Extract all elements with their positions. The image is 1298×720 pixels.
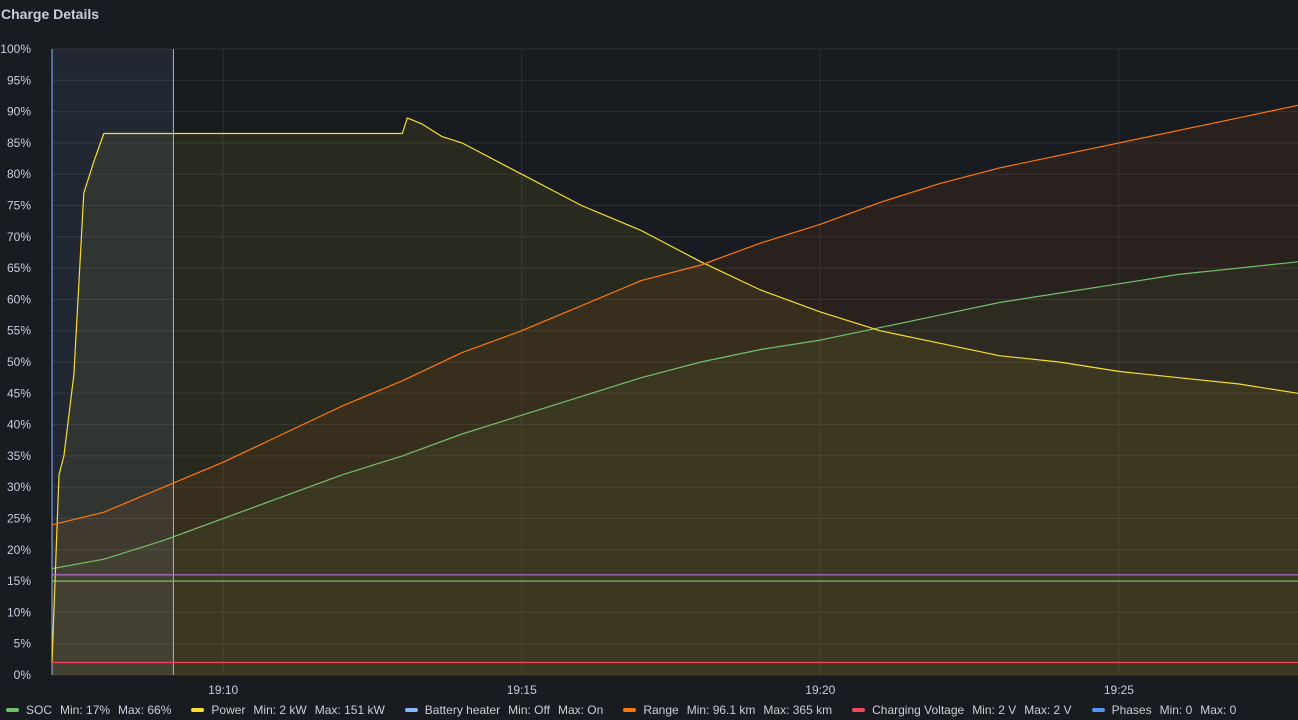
y-tick-label: 90% — [7, 105, 31, 119]
legend-min: Min: 96.1 km — [686, 703, 756, 717]
legend-item-battery-heater[interactable]: Battery heater Min: Off Max: On — [404, 703, 612, 717]
legend-max: Max: On — [557, 703, 604, 717]
x-tick-label: 19:10 — [208, 683, 238, 697]
x-tick-label: 19:15 — [507, 683, 537, 697]
legend-swatch — [191, 708, 205, 712]
legend-max: Max: 0 — [1200, 703, 1237, 717]
y-tick-label: 70% — [7, 230, 31, 244]
y-tick-label: 5% — [14, 637, 32, 651]
legend-item-soc[interactable]: SOC Min: 17% Max: 66% — [6, 703, 179, 717]
y-tick-label: 15% — [7, 574, 31, 588]
legend-swatch — [404, 708, 418, 712]
legend-max: Max: 2 V — [1024, 703, 1072, 717]
y-tick-label: 25% — [7, 512, 31, 526]
x-tick-label: 19:25 — [1104, 683, 1134, 697]
y-tick-label: 60% — [7, 292, 31, 306]
chart-area[interactable]: 0% 5% 10% 15% 20% 25% 30% 35% 40% 45% 50% 55% 60% 65%… — [0, 0, 1298, 700]
legend-min: Min: 2 V — [972, 703, 1017, 717]
legend-swatch — [6, 708, 19, 712]
y-tick-label: 20% — [7, 543, 31, 557]
y-tick-label: 85% — [7, 136, 31, 150]
legend-label: SOC — [26, 703, 53, 717]
legend-min: Min: 2 kW — [253, 703, 307, 717]
legend-min: Min: 0 — [1159, 703, 1193, 717]
legend-label: Range — [643, 703, 679, 717]
y-tick-label: 95% — [7, 73, 31, 87]
y-axis: 0% 5% 10% 15% 20% 25% 30% 35% 40% 45% 50% 55% 60% 65%… — [0, 42, 31, 682]
legend-swatch — [852, 708, 866, 712]
y-tick-label: 0% — [14, 668, 32, 682]
y-tick-label: 10% — [7, 605, 31, 619]
y-tick-label: 55% — [7, 324, 31, 338]
series-areas — [52, 105, 1298, 676]
y-tick-label: 35% — [7, 449, 31, 463]
legend-label: Battery heater — [424, 703, 501, 717]
y-tick-label: 50% — [7, 355, 31, 369]
legend-label: Charging Voltage — [872, 703, 965, 717]
chart-legend: SOC Min: 17% Max: 66% Power Min: 2 kW Max: 15… — [6, 700, 1256, 720]
legend-label: Phases — [1111, 703, 1152, 717]
y-tick-label: 65% — [7, 261, 31, 275]
y-tick-label: 100% — [0, 42, 31, 56]
legend-item-power[interactable]: Power Min: 2 kW Max: 151 kW — [191, 703, 392, 717]
legend-max: Max: 66% — [118, 703, 172, 717]
legend-label: Power — [211, 703, 246, 717]
legend-min: Min: Off — [508, 703, 550, 717]
y-tick-label: 45% — [7, 386, 31, 400]
y-tick-label: 80% — [7, 167, 31, 181]
y-tick-label: 75% — [7, 199, 31, 213]
legend-swatch — [1091, 708, 1105, 712]
legend-max: Max: 151 kW — [314, 703, 385, 717]
legend-item-charging-voltage[interactable]: Charging Voltage Min: 2 V Max: 2 V — [852, 703, 1079, 717]
x-axis: 19:10 19:15 19:20 19:25 — [208, 683, 1134, 697]
y-tick-label: 30% — [7, 480, 31, 494]
legend-item-phases[interactable]: Phases Min: 0 Max: 0 — [1091, 703, 1245, 717]
legend-max: Max: 365 km — [763, 703, 833, 717]
x-tick-label: 19:20 — [805, 683, 835, 697]
y-tick-label: 40% — [7, 418, 31, 432]
legend-swatch — [623, 708, 637, 712]
legend-min: Min: 17% — [60, 703, 111, 717]
legend-item-range[interactable]: Range Min: 96.1 km Max: 365 km — [623, 703, 840, 717]
